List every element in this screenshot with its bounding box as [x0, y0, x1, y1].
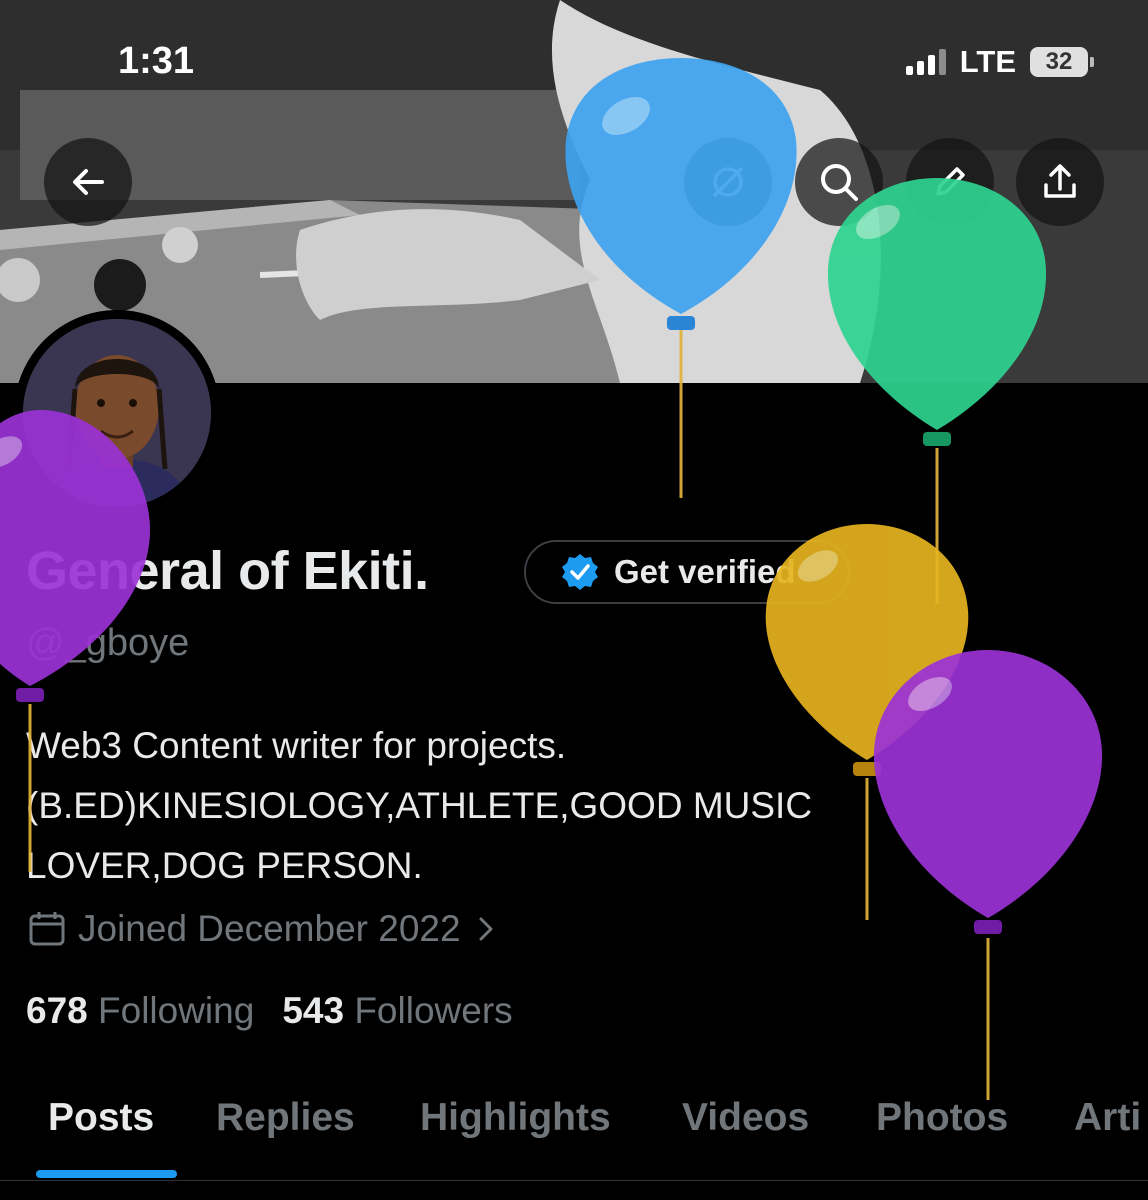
- search-icon: [821, 164, 858, 201]
- following-label: Following: [98, 990, 255, 1031]
- following-count: 678: [26, 990, 88, 1031]
- tab-articles[interactable]: Arti: [1074, 1096, 1141, 1140]
- following-link[interactable]: 678 Following: [26, 990, 254, 1032]
- status-time: 1:31: [118, 40, 195, 82]
- verified-badge-icon: [562, 554, 598, 590]
- get-verified-button[interactable]: Get verified: [524, 540, 850, 604]
- follow-stats: 678 Following 543 Followers: [26, 990, 513, 1032]
- search-button[interactable]: [795, 138, 883, 226]
- bio-line: LOVER,DOG PERSON.: [26, 845, 423, 886]
- profile-handle: @_gboye: [26, 622, 190, 664]
- followers-link[interactable]: 543 Followers: [282, 990, 512, 1032]
- arrow-left-icon: [73, 169, 104, 195]
- battery-level: 32: [1045, 48, 1073, 75]
- joined-date[interactable]: Joined December 2022: [26, 908, 501, 950]
- bio-line: (B.ED)KINESIOLOGY,ATHLETE,GOOD MUSIC: [26, 785, 813, 826]
- profile-bio: Web3 Content writer for projects. (B.ED)…: [26, 716, 1026, 896]
- status-indicators: LTE 32: [905, 44, 1094, 80]
- tab-replies[interactable]: Replies: [216, 1096, 355, 1140]
- slash-circle-icon: [713, 167, 743, 197]
- profile-name: General of Ekiti.: [26, 541, 429, 601]
- share-icon: [1044, 164, 1076, 198]
- network-label: LTE: [959, 44, 1016, 79]
- tab-highlights[interactable]: Highlights: [420, 1096, 611, 1140]
- share-button[interactable]: [1016, 138, 1104, 226]
- profile-avatar[interactable]: [14, 310, 220, 516]
- profile-tabs: Posts Replies Highlights Videos Photos A…: [0, 1090, 1148, 1181]
- active-tab-indicator: [36, 1170, 177, 1178]
- signal-icon: [905, 49, 946, 75]
- chevron-right-icon: [479, 917, 493, 941]
- calendar-icon: [29, 912, 65, 946]
- bio-line: Web3 Content writer for projects.: [26, 725, 567, 766]
- back-button[interactable]: [44, 138, 132, 226]
- battery-icon: 32: [1030, 47, 1094, 77]
- followers-count: 543: [282, 990, 345, 1031]
- get-verified-label: Get verified: [614, 553, 796, 590]
- pencil-icon: [936, 167, 965, 196]
- grok-button[interactable]: [684, 138, 772, 226]
- edit-button[interactable]: [906, 138, 994, 226]
- joined-label: Joined December 2022: [78, 908, 461, 949]
- tab-videos[interactable]: Videos: [682, 1096, 809, 1140]
- tab-photos[interactable]: Photos: [876, 1096, 1008, 1140]
- avatar-image: [23, 319, 211, 507]
- followers-label: Followers: [354, 990, 513, 1031]
- tab-posts[interactable]: Posts: [48, 1096, 154, 1140]
